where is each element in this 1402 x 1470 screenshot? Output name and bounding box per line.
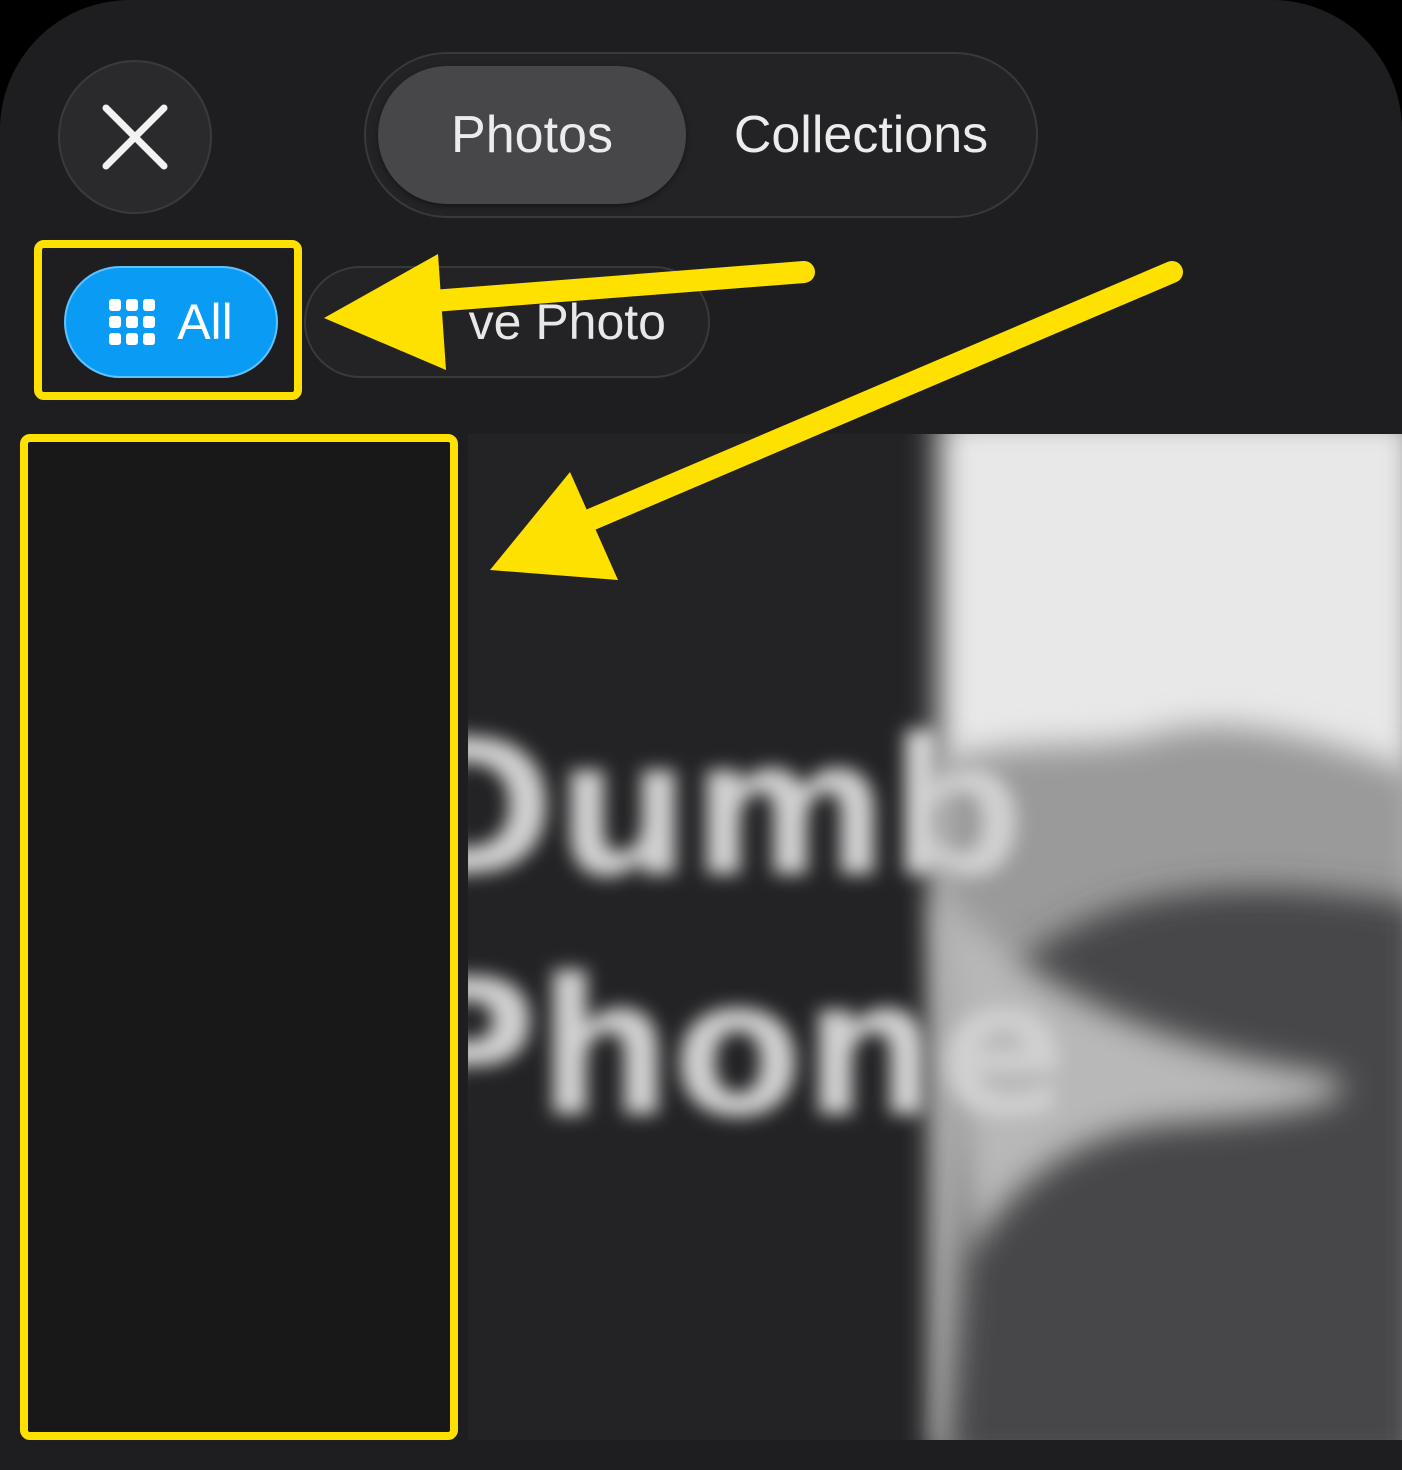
arrow-to-all-filter: [409, 261, 815, 313]
arrow-to-empty-tile: [579, 261, 1183, 531]
photo-picker-sheet: Photos Collections ve Photo All Dumb hon…: [0, 0, 1402, 1470]
arrow-head-all-filter: [324, 254, 446, 370]
annotation-arrows: [324, 254, 1183, 580]
